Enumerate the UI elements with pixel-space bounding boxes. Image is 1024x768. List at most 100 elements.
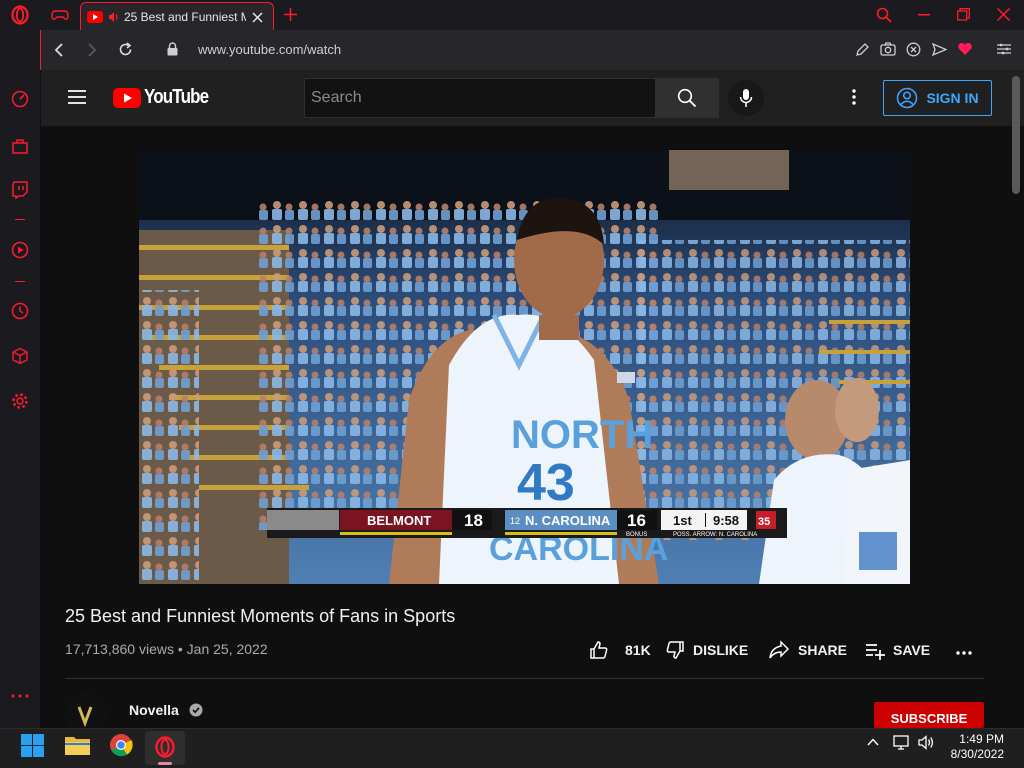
- share-arrow-icon: [768, 640, 790, 660]
- share-button[interactable]: SHARE: [768, 640, 847, 660]
- search-button[interactable]: [655, 78, 719, 118]
- verified-check-icon: [189, 703, 203, 717]
- lock-icon[interactable]: [167, 42, 178, 56]
- video-frame-basketball: NORTH 43 CAROLINA BELMONT 18 12 N. CAROL…: [139, 150, 910, 584]
- voice-search-button[interactable]: [728, 80, 764, 116]
- clock-time: 1:49 PM: [959, 732, 1004, 746]
- video-meta: 17,713,860 views • Jan 25, 2022: [65, 641, 268, 657]
- heart-icon[interactable]: [957, 42, 973, 56]
- content-divider: [65, 678, 984, 679]
- twitch-icon[interactable]: [11, 181, 29, 199]
- window-close-icon[interactable]: [997, 8, 1010, 21]
- subscribe-button[interactable]: SUBSCRIBE: [874, 702, 984, 728]
- meta-separator: •: [177, 641, 183, 657]
- send-share-icon[interactable]: [932, 42, 947, 57]
- camera-icon[interactable]: [880, 42, 896, 56]
- dislike-button[interactable]: DISLIKE: [665, 640, 748, 660]
- jersey-number: 43: [517, 454, 575, 512]
- video-title: 25 Best and Funniest Moments of Fans in …: [65, 606, 456, 626]
- forward-arrow-icon[interactable]: [87, 43, 97, 57]
- youtube-play-logo-icon: [113, 87, 141, 108]
- share-label: SHARE: [798, 642, 848, 658]
- ad-block-icon[interactable]: [906, 42, 921, 57]
- chrome-icon[interactable]: [109, 733, 133, 757]
- more-actions-icon[interactable]: [956, 651, 972, 655]
- scoreboard: BELMONT 18 12 N. CAROLINA 16 BONUS 1st 9…: [267, 508, 787, 538]
- home-team: N. CAROLINA: [525, 513, 611, 528]
- browser-sidebar: [0, 30, 40, 728]
- search-icon: [677, 88, 697, 108]
- youtube-logo-text: YouTube: [144, 86, 209, 108]
- opera-menu-icon[interactable]: [10, 5, 30, 25]
- thumbs-down-icon: [665, 640, 685, 660]
- sign-in-button[interactable]: SIGN IN: [883, 80, 992, 116]
- dislike-label: DISLIKE: [693, 642, 749, 658]
- tab-close-icon[interactable]: [252, 11, 263, 23]
- player-icon[interactable]: [11, 241, 29, 259]
- hamburger-menu-icon[interactable]: [68, 90, 86, 104]
- account-circle-icon: [896, 87, 918, 109]
- minimize-icon[interactable]: [918, 14, 930, 16]
- sidebar-more-icon[interactable]: [11, 694, 29, 698]
- upload-date: Jan 25, 2022: [186, 641, 268, 657]
- thumbs-up-icon: [589, 640, 609, 660]
- channel-name-text: Novella: [129, 702, 179, 718]
- active-app-indicator: [158, 762, 172, 765]
- microphone-icon: [739, 88, 753, 108]
- taskbar-clock[interactable]: 1:49 PM 8/30/2022: [951, 732, 1004, 762]
- usa-flag-patch: [617, 372, 635, 383]
- sidebar-divider: [15, 219, 25, 220]
- like-button[interactable]: 81K: [589, 640, 651, 660]
- jersey-text: NORTH: [511, 413, 653, 457]
- history-icon[interactable]: [11, 302, 29, 320]
- channel-avatar[interactable]: [65, 693, 107, 728]
- shot-clock: 35: [758, 516, 770, 528]
- settings-gear-icon[interactable]: [11, 392, 29, 410]
- away-team: BELMONT: [367, 513, 431, 528]
- restore-icon[interactable]: [957, 8, 970, 21]
- new-tab-plus-icon[interactable]: [284, 8, 297, 21]
- away-score: 18: [464, 511, 483, 530]
- address-bar: [40, 30, 1024, 70]
- speed-dial-icon[interactable]: [11, 90, 29, 108]
- network-icon[interactable]: [893, 735, 909, 750]
- volume-icon[interactable]: [918, 735, 935, 750]
- view-count: 17,713,860 views: [65, 641, 174, 657]
- youtube-logo[interactable]: YouTube: [113, 86, 220, 109]
- easy-setup-icon[interactable]: [997, 43, 1011, 55]
- chevron-up-icon[interactable]: [867, 738, 879, 746]
- youtube-tab-icon: [87, 11, 103, 23]
- speaker-icon[interactable]: [108, 11, 120, 23]
- game-controller-icon[interactable]: [51, 8, 69, 22]
- home-score: 16: [627, 511, 646, 530]
- file-explorer-icon[interactable]: [65, 734, 90, 756]
- extensions-cube-icon[interactable]: [11, 347, 29, 365]
- channel-name[interactable]: Novella: [129, 702, 203, 718]
- address-url[interactable]: www.youtube.com/watch: [198, 42, 341, 57]
- opera-taskbar-button[interactable]: [145, 731, 185, 765]
- windows-start-icon[interactable]: [21, 734, 44, 757]
- reload-icon[interactable]: [118, 42, 133, 57]
- possession-arrow: POSS. ARROW: N. CAROLINA: [673, 532, 757, 538]
- playlist-add-icon: [865, 640, 885, 660]
- sidebar-divider: [15, 281, 25, 282]
- tab-title: 25 Best and Funniest M: [124, 10, 246, 24]
- like-count: 81K: [625, 642, 651, 658]
- save-label: SAVE: [893, 642, 931, 658]
- save-button[interactable]: SAVE: [865, 640, 930, 660]
- game-clock: 9:58: [713, 513, 739, 528]
- search-tabs-icon[interactable]: [876, 7, 892, 23]
- opera-taskbar-icon: [154, 736, 176, 758]
- clock-date: 8/30/2022: [950, 747, 1004, 761]
- search-input[interactable]: Search: [304, 78, 656, 118]
- bonus-label: BONUS: [626, 532, 647, 538]
- edit-snapshot-icon[interactable]: [855, 42, 870, 57]
- back-arrow-icon[interactable]: [54, 43, 64, 57]
- browser-tab-active[interactable]: 25 Best and Funniest M: [80, 2, 274, 31]
- page-scrollbar-thumb[interactable]: [1012, 76, 1020, 194]
- home-rank: 12: [510, 516, 520, 526]
- shopping-bag-icon[interactable]: [11, 137, 29, 155]
- video-player[interactable]: NORTH 43 CAROLINA BELMONT 18 12 N. CAROL…: [139, 150, 910, 584]
- more-options-icon[interactable]: [852, 89, 856, 105]
- sign-in-label: SIGN IN: [926, 90, 979, 106]
